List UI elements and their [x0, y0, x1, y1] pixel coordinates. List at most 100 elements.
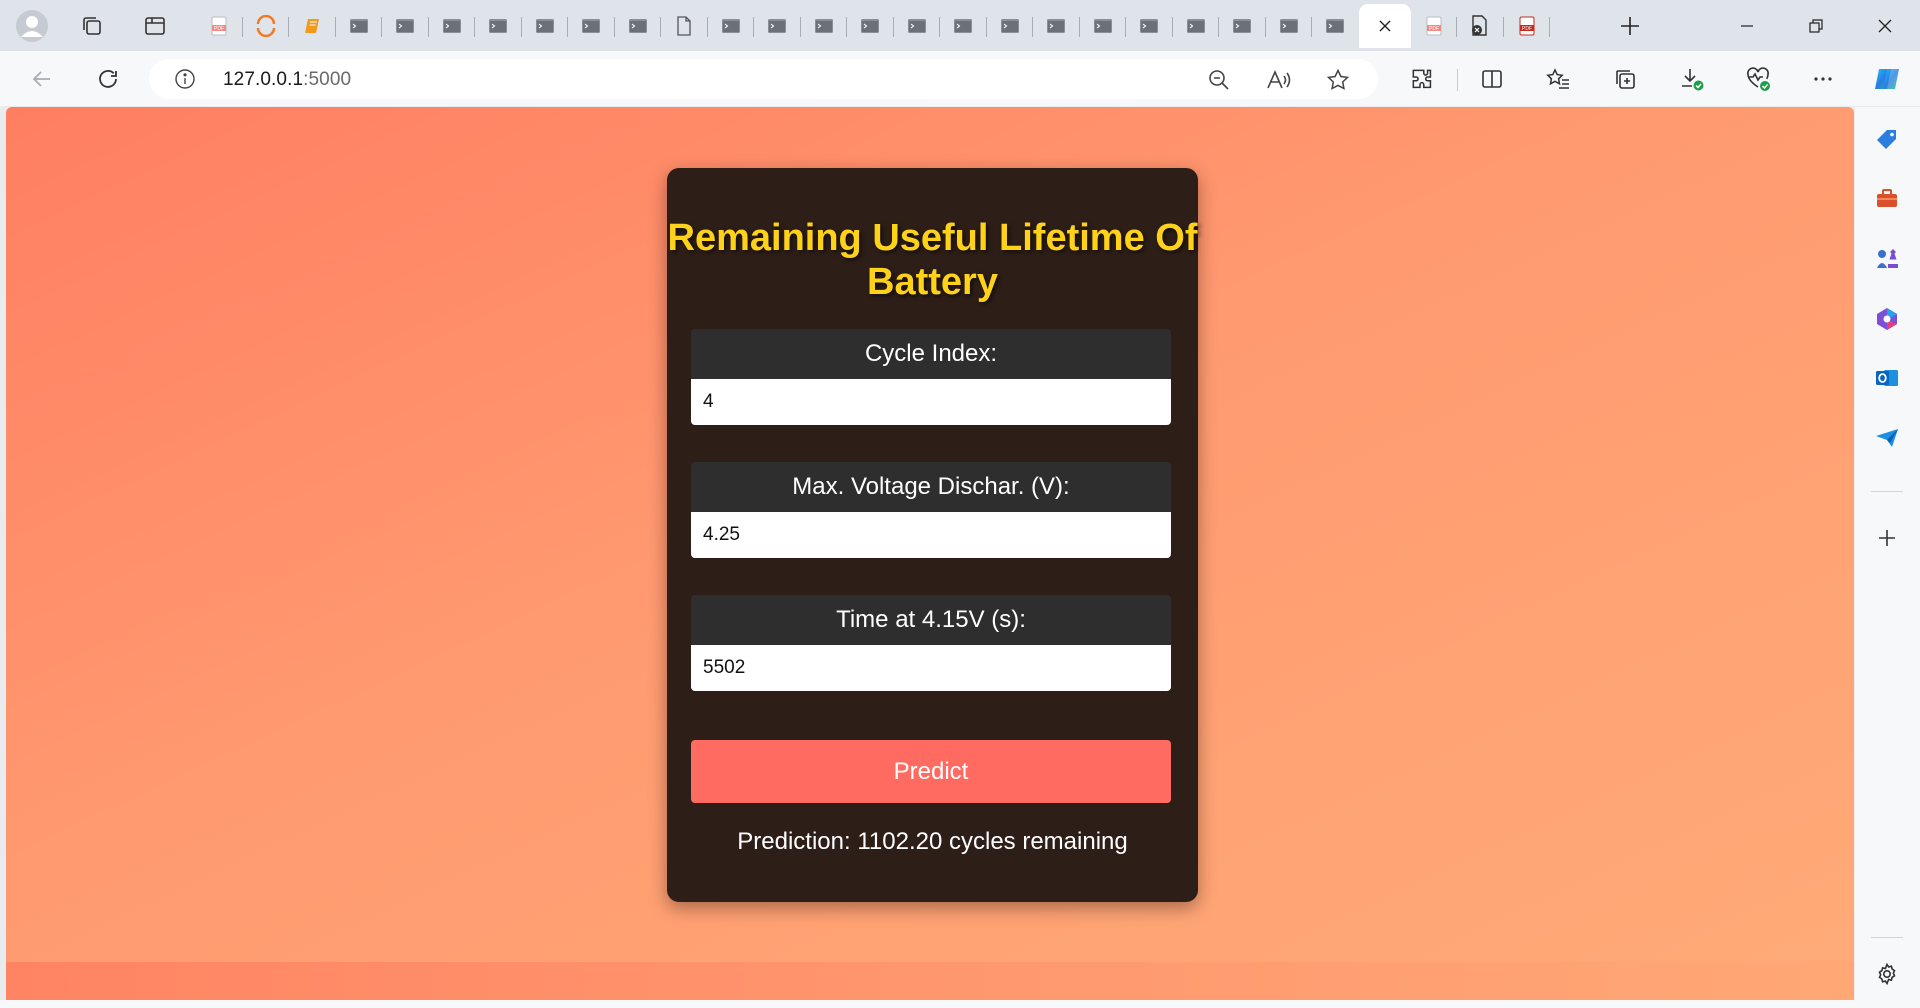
tab[interactable]: [940, 4, 987, 48]
page-viewport: Remaining Useful Lifetime Of Battery Cyc…: [6, 107, 1854, 1000]
terminal-icon: [767, 17, 787, 35]
tab[interactable]: [568, 4, 615, 48]
new-tab-button[interactable]: [1610, 6, 1650, 46]
profile-icon[interactable]: [13, 7, 51, 45]
tab[interactable]: [1312, 4, 1359, 48]
url-host: 127.0.0.1: [223, 69, 304, 90]
split-screen-icon[interactable]: [1473, 60, 1511, 98]
zoom-out-icon[interactable]: [1205, 66, 1233, 94]
tab[interactable]: [382, 4, 429, 48]
prediction-card: Remaining Useful Lifetime Of Battery Cyc…: [667, 168, 1198, 902]
minimize-button[interactable]: [1712, 0, 1782, 51]
tools-briefcase-icon[interactable]: [1869, 181, 1905, 217]
sidebar-settings-icon[interactable]: [1869, 956, 1905, 992]
tab[interactable]: PDF: [1411, 4, 1458, 48]
tab-active[interactable]: [1358, 4, 1411, 48]
restore-button[interactable]: [1781, 0, 1851, 51]
close-tab-icon[interactable]: [1377, 18, 1393, 34]
tab[interactable]: [661, 4, 708, 48]
send-icon[interactable]: [1869, 420, 1905, 456]
tab-strip: PDF PDF PDF: [0, 0, 1920, 51]
tab[interactable]: [522, 4, 569, 48]
sidebar-divider-bottom: [1871, 937, 1903, 938]
time-at-voltage-input[interactable]: [691, 645, 1171, 691]
pdf-red-icon: PDF: [1517, 16, 1537, 36]
tab[interactable]: [1457, 4, 1504, 48]
terminal-icon: [488, 17, 508, 35]
terminal-icon: [907, 17, 927, 35]
collections-icon[interactable]: [1606, 60, 1644, 98]
svg-text:PDF: PDF: [1522, 26, 1532, 32]
terminal-icon: [860, 17, 880, 35]
tab[interactable]: [801, 4, 848, 48]
window-bottom-edge: [0, 1000, 1855, 1008]
terminal-icon: [581, 17, 601, 35]
tab[interactable]: [894, 4, 941, 48]
tab-actions-icon[interactable]: [136, 7, 174, 45]
predict-button[interactable]: Predict: [691, 740, 1171, 803]
more-menu-icon[interactable]: [1804, 60, 1842, 98]
document-icon: [675, 16, 693, 36]
toolbar-divider: [1457, 69, 1458, 91]
tab[interactable]: [1173, 4, 1220, 48]
tab[interactable]: [847, 4, 894, 48]
svg-text:PDF: PDF: [214, 26, 224, 32]
terminal-icon: [721, 17, 741, 35]
pdf-icon: PDF: [1424, 16, 1444, 36]
tab[interactable]: PDF: [196, 4, 243, 48]
tab[interactable]: [1080, 4, 1127, 48]
tab[interactable]: [754, 4, 801, 48]
tab-list: PDF PDF PDF: [196, 4, 1550, 48]
address-bar[interactable]: 127.0.0.1:5000: [149, 59, 1378, 99]
terminal-icon: [953, 17, 973, 35]
url-text[interactable]: 127.0.0.1:5000: [223, 69, 351, 91]
read-aloud-icon[interactable]: [1265, 66, 1293, 94]
tab[interactable]: [615, 4, 662, 48]
microsoft-365-icon[interactable]: [1869, 301, 1905, 337]
cycle-index-label: Cycle Index:: [691, 329, 1171, 379]
close-window-button[interactable]: [1850, 0, 1920, 51]
extensions-icon[interactable]: [1403, 60, 1441, 98]
favorite-star-icon[interactable]: [1324, 66, 1352, 94]
pdf-icon: PDF: [209, 16, 229, 36]
time-at-voltage-label: Time at 4.15V (s):: [691, 595, 1171, 645]
tab[interactable]: [708, 4, 755, 48]
shopping-tag-icon[interactable]: [1869, 122, 1905, 158]
terminal-icon: [1325, 17, 1345, 35]
performance-icon[interactable]: [1739, 60, 1777, 98]
max-voltage-input[interactable]: [691, 512, 1171, 558]
downloads-icon[interactable]: [1673, 60, 1711, 98]
back-button[interactable]: [23, 60, 61, 98]
tab[interactable]: [1126, 4, 1173, 48]
terminal-icon: [814, 17, 834, 35]
tab[interactable]: [987, 4, 1034, 48]
terminal-icon: [349, 17, 369, 35]
site-info-icon[interactable]: [173, 67, 197, 91]
refresh-button[interactable]: [89, 60, 127, 98]
settings-doc-icon: [1469, 15, 1491, 37]
favorites-icon[interactable]: [1539, 60, 1577, 98]
max-voltage-label: Max. Voltage Dischar. (V):: [691, 462, 1171, 512]
terminal-icon: [1279, 17, 1299, 35]
copilot-icon[interactable]: [1868, 60, 1906, 98]
tab[interactable]: [1266, 4, 1313, 48]
tab[interactable]: [336, 4, 383, 48]
tab[interactable]: [1033, 4, 1080, 48]
svg-text:PDF: PDF: [1429, 26, 1439, 32]
tab[interactable]: PDF: [1504, 4, 1551, 48]
add-sidebar-app-icon[interactable]: [1869, 520, 1905, 556]
tab[interactable]: [243, 4, 290, 48]
terminal-icon: [1139, 17, 1159, 35]
cycle-index-input[interactable]: [691, 379, 1171, 425]
tab[interactable]: [475, 4, 522, 48]
terminal-icon: [535, 17, 555, 35]
browser-toolbar: 127.0.0.1:5000: [0, 51, 1920, 106]
tab[interactable]: [1219, 4, 1266, 48]
tab[interactable]: [289, 4, 336, 48]
book-icon: [302, 16, 322, 36]
workspaces-icon[interactable]: [73, 7, 111, 45]
terminal-icon: [1232, 17, 1252, 35]
games-icon[interactable]: [1869, 241, 1905, 277]
tab[interactable]: [429, 4, 476, 48]
outlook-icon[interactable]: [1869, 360, 1905, 396]
